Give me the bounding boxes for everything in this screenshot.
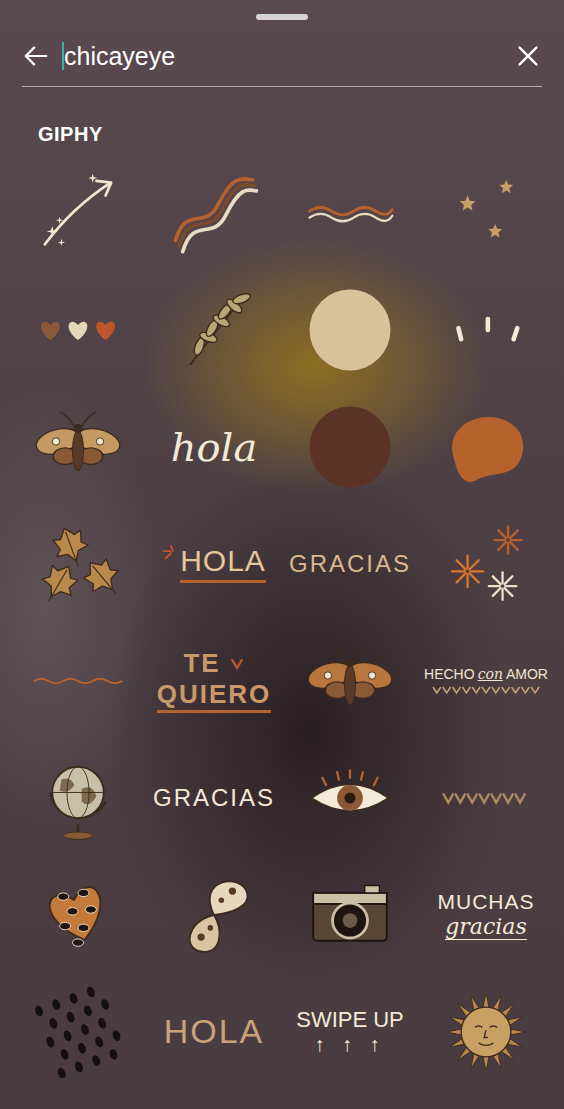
section-label: GIPHY (0, 87, 564, 146)
sticker-grid: hola HOLA GRACIAS TEQUIERO HECHOconAMOR GRACI… (0, 146, 564, 1090)
back-arrow-icon[interactable] (22, 42, 50, 70)
sticker[interactable] (282, 388, 418, 505)
leaf-branch-icon (168, 284, 260, 376)
heart-row-icon (427, 685, 545, 695)
sticker-text-line: MUCHAS (437, 890, 534, 914)
sticker[interactable] (10, 505, 146, 622)
sticker-text-line: SWIPE UP (296, 1007, 404, 1033)
sticker-text-line: HECHOconAMOR (424, 666, 548, 682)
circle-shape-icon (304, 284, 396, 376)
sticker-text: SWIPE UP↑ ↑ ↑ (296, 1007, 404, 1056)
double-wave-icon (304, 167, 396, 259)
sticker-text: GRACIAS (153, 784, 275, 812)
sticker[interactable] (282, 739, 418, 856)
sticker[interactable] (418, 739, 554, 856)
sticker-search-sheet: chicayeye GIPHY hola HOLA GRACIAS TEQUIERO HEC… (0, 0, 564, 1109)
autumn-leaves-icon (32, 518, 124, 610)
sticker-text: HOLA (164, 1012, 265, 1051)
arrows-text: ↑ ↑ ↑ (314, 1033, 385, 1056)
rays-icon (162, 544, 180, 562)
sticker[interactable] (418, 271, 554, 388)
drag-handle[interactable] (256, 14, 308, 20)
heart-icon (229, 656, 245, 672)
sticker-text-line: gracias (445, 914, 526, 940)
circle-shape-icon (304, 401, 396, 493)
dots-pattern-icon (32, 986, 124, 1078)
moth-icon (304, 635, 396, 727)
search-divider (22, 86, 542, 87)
sticker[interactable]: HOLA (146, 505, 282, 622)
sticker[interactable]: MUCHASgracias (418, 856, 554, 973)
text-cursor (62, 42, 64, 70)
sticker-text: hola (171, 424, 257, 470)
sticker[interactable] (10, 388, 146, 505)
sticker[interactable] (418, 388, 554, 505)
starbursts-icon (440, 518, 532, 610)
organic-blob-icon (440, 401, 532, 493)
sticker[interactable] (418, 505, 554, 622)
sun-face-icon (440, 986, 532, 1078)
sticker-text-with-rays: HOLA (162, 544, 266, 583)
sticker[interactable] (146, 856, 282, 973)
sticker[interactable] (282, 271, 418, 388)
sticker-text-line: QUIERO (157, 679, 272, 713)
eye-icon (304, 752, 396, 844)
sticker[interactable] (146, 271, 282, 388)
sticker-text: TEQUIERO (157, 648, 272, 713)
sticker-text: HOLA (180, 544, 266, 583)
sticker[interactable] (418, 973, 554, 1090)
sticker-text-line: TE (183, 648, 244, 679)
sticker[interactable] (418, 154, 554, 271)
stars-icon (440, 167, 532, 259)
sticker[interactable]: HECHOconAMOR (418, 622, 554, 739)
butterfly-wing-icon (168, 869, 260, 961)
squiggle-line-icon (20, 635, 136, 727)
globe-icon (32, 752, 124, 844)
leopard-wing-icon (32, 869, 124, 961)
camera-icon (304, 869, 396, 961)
heart-row-icon (440, 752, 532, 844)
sticker[interactable] (10, 271, 146, 388)
sticker[interactable]: GRACIAS (146, 739, 282, 856)
search-field[interactable]: chicayeye (62, 42, 502, 71)
rainbow-stripes-icon (168, 167, 260, 259)
sticker[interactable]: TEQUIERO (146, 622, 282, 739)
sticker[interactable] (10, 622, 146, 739)
moth-icon (32, 401, 124, 493)
sticker[interactable] (10, 856, 146, 973)
sticker-text: GRACIAS (289, 550, 411, 578)
sticker[interactable] (10, 973, 146, 1090)
shooting-star-arrow-icon (32, 167, 124, 259)
sticker[interactable]: GRACIAS (282, 505, 418, 622)
close-x-icon[interactable] (514, 42, 542, 70)
sticker-text: MUCHASgracias (437, 890, 534, 940)
sticker-text: HECHOconAMOR (424, 666, 548, 695)
search-bar: chicayeye (0, 20, 564, 86)
sparkle-dashes-icon (440, 284, 532, 376)
search-query: chicayeye (64, 42, 175, 71)
sticker[interactable] (10, 154, 146, 271)
sticker[interactable] (146, 154, 282, 271)
three-hearts-icon (32, 284, 124, 376)
sticker[interactable] (282, 154, 418, 271)
sticker[interactable]: hola (146, 388, 282, 505)
sticker[interactable] (282, 856, 418, 973)
sticker[interactable] (282, 622, 418, 739)
sticker[interactable] (10, 739, 146, 856)
sticker[interactable]: SWIPE UP↑ ↑ ↑ (282, 973, 418, 1090)
sticker[interactable]: HOLA (146, 973, 282, 1090)
